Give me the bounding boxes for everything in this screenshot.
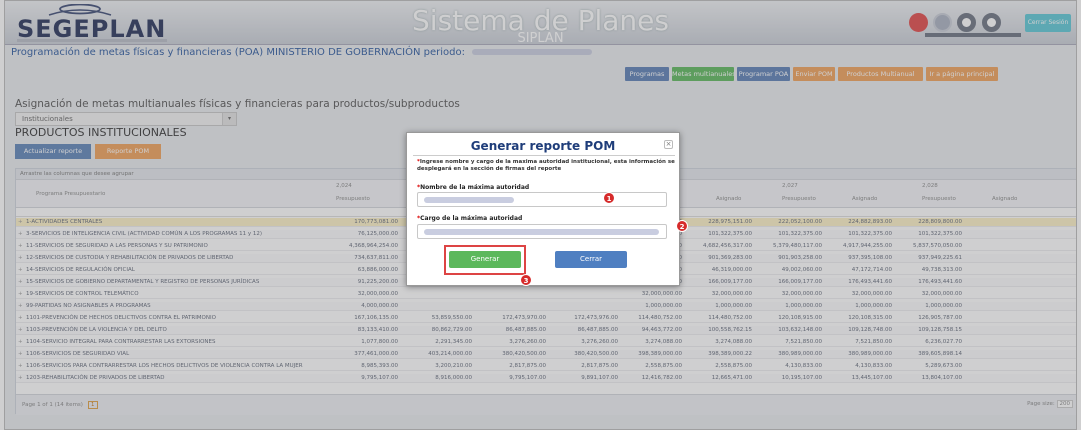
- authority-name-field[interactable]: [417, 192, 667, 207]
- dialog-divider: [413, 155, 675, 156]
- annotation-3: 3: [520, 274, 532, 286]
- authority-name-value-redacted: [424, 197, 514, 203]
- dialog-instructions: *Ingrese nombre y cargo de la maxima aut…: [417, 159, 675, 172]
- authority-position-label: *Cargo de la máxima autoridad: [417, 215, 523, 222]
- dialog-title: Generar reporte POM: [470, 139, 616, 153]
- authority-name-label: *Nombre de la máxima autoridad: [417, 184, 530, 191]
- annotation-2: 2: [676, 220, 688, 232]
- annotation-1: 1: [603, 192, 615, 204]
- generate-button[interactable]: Generar: [449, 251, 521, 268]
- close-dialog-button[interactable]: Cerrar: [555, 251, 627, 268]
- generate-report-dialog: Generar reporte POM × *Ingrese nombre y …: [406, 132, 680, 286]
- authority-position-value-redacted: [424, 229, 659, 235]
- close-icon[interactable]: ×: [664, 140, 673, 149]
- authority-position-field[interactable]: [417, 224, 667, 239]
